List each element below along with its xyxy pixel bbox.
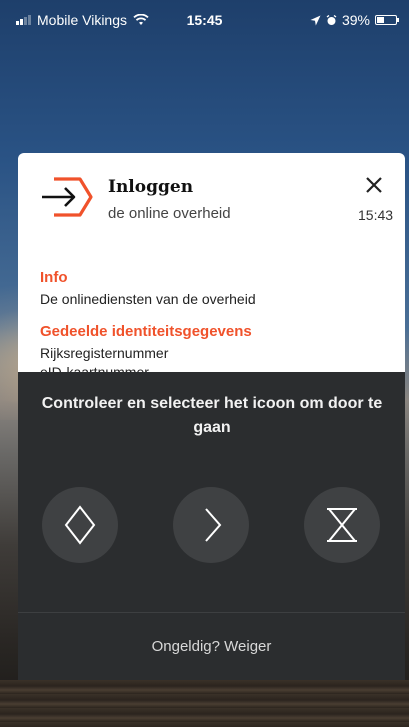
status-right: 39%: [310, 12, 399, 28]
notification-card: Inloggen de online overheid 15:43 Info D…: [18, 153, 405, 378]
info-heading: Info: [40, 269, 68, 286]
notification-subtitle: de online overheid: [108, 205, 231, 222]
choice-hourglass-button[interactable]: [304, 487, 380, 563]
shared-data-heading: Gedeelde identiteitsgegevens: [40, 323, 252, 340]
reject-button[interactable]: Ongeldig? Weiger: [18, 638, 405, 655]
divider: [18, 612, 405, 613]
close-icon[interactable]: [362, 173, 386, 197]
icon-challenge-panel: Controleer en selecteer het icoon om doo…: [18, 372, 405, 680]
status-bar: Mobile Vikings 15:45 39%: [0, 0, 409, 40]
battery-fill: [377, 17, 385, 23]
notification-title: Inloggen: [108, 177, 194, 197]
location-arrow-icon: [310, 15, 321, 25]
challenge-prompt: Controleer en selecteer het icoon om doo…: [41, 395, 383, 436]
shared-data-item: Rijksregisternummer: [40, 345, 169, 361]
choice-diamond-button[interactable]: [42, 487, 118, 563]
info-text: De onlinediensten van de overheid: [40, 291, 256, 307]
diamond-icon: [64, 505, 96, 545]
chevron-right-icon: [205, 508, 222, 542]
alarm-icon: [326, 14, 337, 25]
hourglass-icon: [327, 508, 357, 542]
battery-percent: 39%: [341, 12, 370, 28]
choice-chevron-button[interactable]: [173, 487, 249, 563]
notification-time: 15:43: [358, 207, 394, 223]
background-deck: [0, 680, 409, 727]
login-logo-icon: [42, 177, 93, 217]
battery-icon: [375, 15, 399, 25]
